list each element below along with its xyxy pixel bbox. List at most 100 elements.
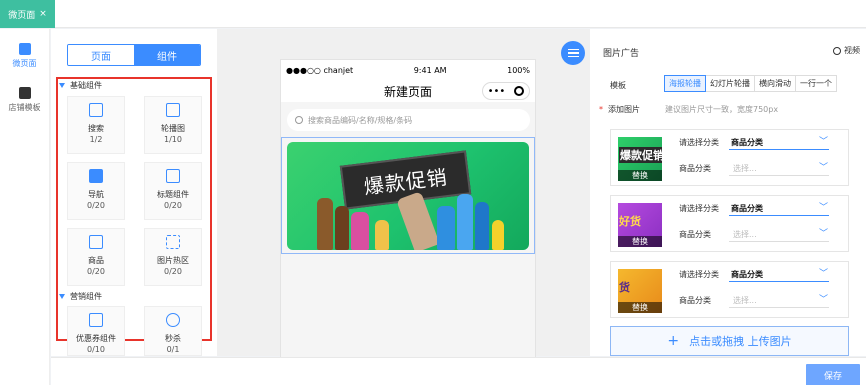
component-carousel[interactable]: 轮播图 1/10 (144, 96, 202, 154)
coupon-icon (89, 313, 103, 327)
upload-image-button[interactable]: + 点击或拖拽 上传图片 (610, 326, 849, 356)
component-image-hotspot[interactable]: 图片热区 0/20 (144, 228, 202, 286)
banner-image: 爆款促销 (287, 142, 529, 250)
bottom-action-bar: 保存 (51, 357, 866, 385)
chevron-down-icon[interactable]: ﹀ (819, 226, 828, 239)
page-icon (18, 43, 31, 55)
thumb-text: 爆款促销 (619, 147, 662, 163)
select-category-label: 请选择分类 (679, 204, 719, 213)
component-title[interactable]: 标题组件 0/20 (144, 162, 202, 220)
menu-icon[interactable] (561, 41, 585, 65)
template-option-single-row[interactable]: 一行一个 (795, 75, 837, 92)
top-tab-bar: 微页面 × (0, 0, 866, 28)
add-image-hint: 建议图片尺寸一致，宽度750px (665, 105, 779, 114)
component-name: 导航 (88, 190, 104, 199)
save-button[interactable]: 保存 (806, 364, 860, 385)
component-name: 搜索 (88, 124, 104, 133)
category-type-select[interactable]: 商品分类 (731, 203, 763, 214)
component-count: 0/20 (87, 267, 105, 276)
tab-component[interactable]: 组件 (134, 45, 200, 65)
nav-grid-icon (89, 169, 103, 183)
goods-category-select[interactable]: 选择... (733, 295, 757, 306)
video-label: 视频 (844, 46, 860, 55)
component-count: 1/2 (89, 135, 103, 144)
goods-category-label: 商品分类 (679, 230, 711, 239)
image-thumbnail[interactable]: 爆款促销 替换 (618, 137, 662, 181)
phone-preview: ●●●○○ chanjet 9:41 AM 100% 新建页面 ••• 搜索商品… (280, 59, 536, 359)
image-thumbnail[interactable]: 好货 替换 (618, 203, 662, 247)
chevron-down-icon[interactable]: ﹀ (819, 134, 828, 147)
caret-down-icon (59, 294, 65, 299)
time-text: 9:41 AM (413, 65, 447, 75)
search-input[interactable]: 搜索商品编码/名称/规格/条码 (287, 109, 530, 131)
component-seckill[interactable]: 秒杀 0/1 (144, 306, 202, 356)
component-count: 0/1 (166, 345, 180, 354)
thumb-text: 好货 (619, 215, 641, 228)
nav-item-store-template[interactable]: 店铺模板 (0, 73, 49, 117)
thumb-text: 货 (619, 281, 630, 294)
video-tutorial-link[interactable]: 视频 (833, 45, 860, 56)
component-count: 0/10 (87, 345, 105, 354)
title-icon (166, 169, 180, 183)
goods-category-select[interactable]: 选择... (733, 229, 757, 240)
component-nav[interactable]: 导航 0/20 (67, 162, 125, 220)
chevron-down-icon[interactable]: ﹀ (819, 292, 828, 305)
chevron-down-icon[interactable]: ﹀ (819, 160, 828, 173)
component-name: 轮播图 (161, 124, 185, 133)
chevron-down-icon[interactable]: ﹀ (819, 266, 828, 279)
template-options: 海报轮播 幻灯片轮播 横向滑动 一行一个 (664, 75, 837, 92)
replace-button[interactable]: 替换 (618, 236, 662, 247)
carousel-component-selected[interactable]: 爆款促销 (281, 137, 535, 254)
chevron-down-icon[interactable]: ﹀ (819, 200, 828, 213)
group-basic-label: 基础组件 (70, 81, 102, 90)
component-search[interactable]: 搜索 1/2 (67, 96, 125, 154)
nav-label: 微页面 (12, 59, 37, 68)
replace-button[interactable]: 替换 (618, 302, 662, 313)
component-name: 标题组件 (157, 190, 189, 199)
carousel-icon (166, 103, 180, 117)
component-goods[interactable]: 商品 0/20 (67, 228, 125, 286)
add-image-label: * 添加图片 (599, 104, 640, 115)
nav-item-micro-page[interactable]: 微页面 (0, 29, 49, 73)
template-option-horizontal[interactable]: 横向滑动 (754, 75, 796, 92)
template-option-slideshow[interactable]: 幻灯片轮播 (705, 75, 755, 92)
page-title: 新建页面 (383, 84, 432, 99)
category-type-select[interactable]: 商品分类 (731, 269, 763, 280)
component-panel: 页面 组件 基础组件 搜索 1/2 轮播图 1/10 导航 0/20 标题组件 … (51, 29, 217, 356)
component-count: 0/20 (87, 201, 105, 210)
tab-label: 微页面 (8, 10, 36, 21)
left-nav: 微页面 店铺模板 (0, 29, 50, 385)
seckill-icon (166, 313, 180, 327)
component-coupon[interactable]: 优惠券组件 0/10 (67, 306, 125, 356)
search-placeholder: 搜索商品编码/名称/规格/条码 (308, 115, 413, 125)
carrier-text: ●●●○○ chanjet (286, 65, 354, 75)
plus-icon: + (667, 333, 680, 349)
image-card: 货 替换 请选择分类 商品分类 ﹀ 商品分类 选择... ﹀ (610, 261, 849, 318)
play-icon (833, 46, 841, 55)
image-hotspot-icon (166, 235, 180, 249)
settings-panel: 图片广告 视频 模板 海报轮播 幻灯片轮播 横向滑动 一行一个 * 添加图片 建议… (590, 29, 866, 356)
goods-category-label: 商品分类 (679, 164, 711, 173)
upload-label: 点击或拖拽 上传图片 (689, 335, 792, 348)
caret-down-icon (59, 83, 65, 88)
tab-close-icon[interactable]: × (39, 9, 47, 19)
category-type-select[interactable]: 商品分类 (731, 137, 763, 148)
component-count: 0/20 (164, 267, 182, 276)
select-category-label: 请选择分类 (679, 138, 719, 147)
goods-category-select[interactable]: 选择... (733, 163, 757, 174)
component-name: 优惠券组件 (76, 334, 116, 343)
image-card: 好货 替换 请选择分类 商品分类 ﹀ 商品分类 选择... ﹀ (610, 195, 849, 252)
tab-page[interactable]: 页面 (68, 45, 134, 65)
select-category-label: 请选择分类 (679, 270, 719, 279)
goods-category-label: 商品分类 (679, 296, 711, 305)
replace-button[interactable]: 替换 (618, 170, 662, 181)
group-marketing[interactable]: 营销组件 (59, 291, 102, 302)
template-option-poster[interactable]: 海报轮播 (664, 75, 706, 92)
image-thumbnail[interactable]: 货 替换 (618, 269, 662, 313)
mini-program-capsule: ••• (482, 82, 530, 100)
goods-icon (89, 235, 103, 249)
tab-micro-page[interactable]: 微页面 × (0, 0, 55, 28)
required-mark: * (599, 105, 603, 114)
nav-label: 店铺模板 (8, 103, 41, 112)
group-basic[interactable]: 基础组件 (59, 80, 102, 91)
